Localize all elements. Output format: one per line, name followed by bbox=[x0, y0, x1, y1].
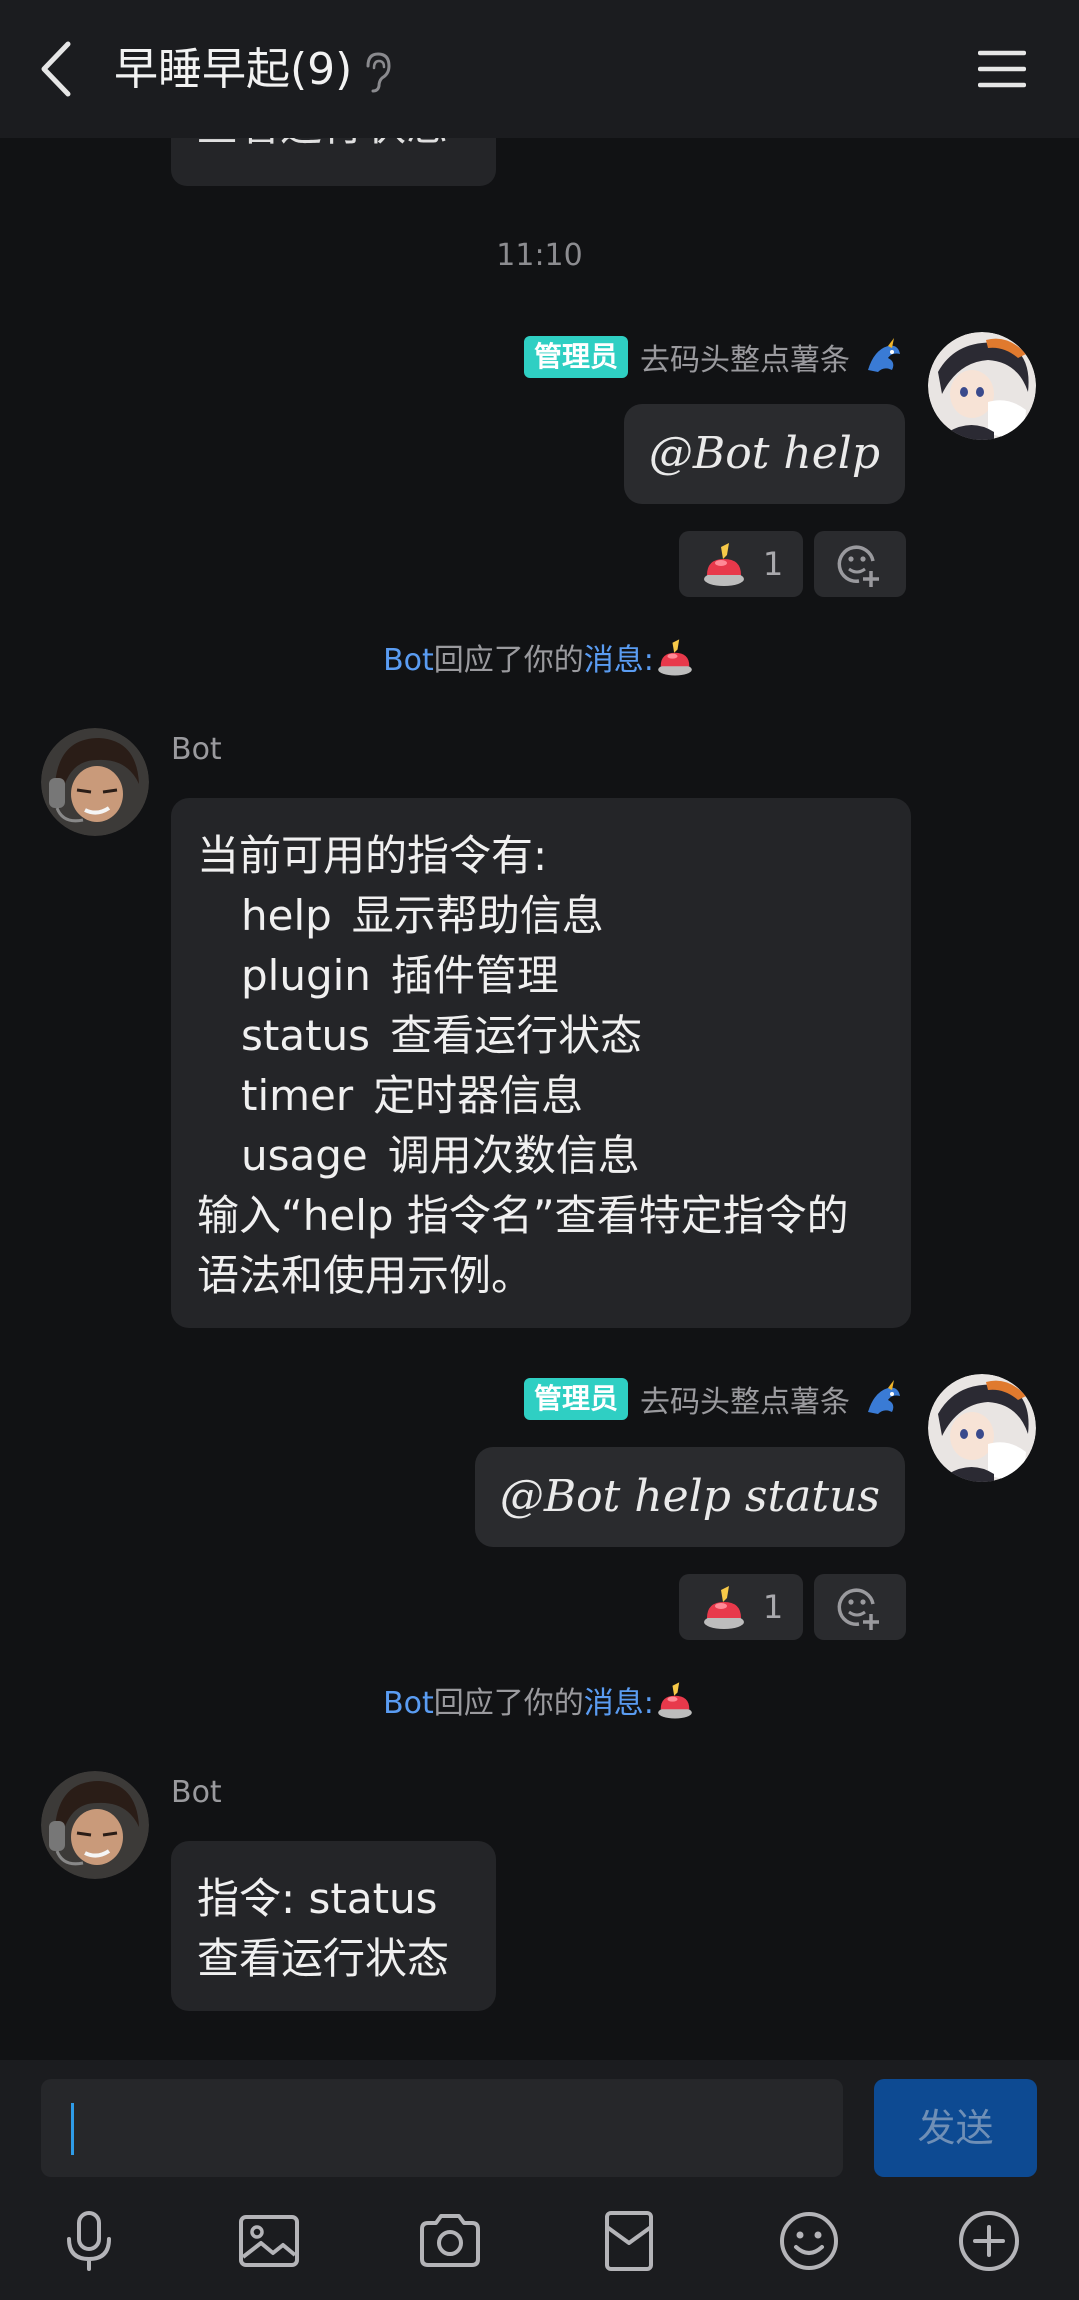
command-desc: 调用次数信息 bbox=[387, 1131, 640, 1180]
sender-row: 管理员 去码头整点薯条 bbox=[523, 1377, 904, 1421]
anime-avatar-icon bbox=[928, 332, 1036, 440]
bot-avatar-icon bbox=[41, 728, 149, 836]
command-desc: 定时器信息 bbox=[373, 1071, 584, 1120]
camera-icon[interactable] bbox=[416, 2207, 484, 2275]
message-bubble-self[interactable]: @Bot help bbox=[623, 404, 905, 504]
back-arrow-icon[interactable] bbox=[36, 36, 76, 102]
message-bubble-bot[interactable]: 指令: status 查看运行状态 bbox=[171, 1841, 496, 2011]
notice-message-link[interactable]: 消息: bbox=[584, 643, 654, 678]
command-name: status bbox=[241, 1011, 371, 1060]
sender-row: 管理员 去码头整点薯条 bbox=[523, 335, 904, 379]
message-bubble-bot[interactable]: 当前可用的指令有: help 显示帮助信息 plugin 插件管理 status 查看… bbox=[171, 798, 911, 1328]
title-bar: 早睡早起(9) bbox=[0, 0, 1079, 138]
self-avatar[interactable] bbox=[928, 1374, 1036, 1482]
self-avatar[interactable] bbox=[928, 332, 1036, 440]
red-button-emoji-icon bbox=[658, 1682, 692, 1719]
anime-avatar-icon bbox=[928, 1374, 1036, 1482]
status-line: 指令: status bbox=[197, 1874, 438, 1923]
bot-avatar[interactable] bbox=[41, 1771, 149, 1879]
add-reaction-button[interactable] bbox=[814, 531, 906, 597]
admin-badge: 管理员 bbox=[523, 1378, 628, 1420]
add-emoji-icon bbox=[837, 545, 879, 587]
add-emoji-icon bbox=[837, 1588, 879, 1630]
notice-actor[interactable]: Bot bbox=[383, 1686, 434, 1721]
admin-badge: 管理员 bbox=[523, 336, 628, 378]
message-input[interactable] bbox=[41, 2079, 843, 2177]
plus-icon[interactable] bbox=[955, 2207, 1023, 2275]
message-text: @Bot help bbox=[648, 428, 880, 479]
sender-name[interactable]: 去码头整点薯条 bbox=[640, 1377, 850, 1421]
bot-name[interactable]: Bot bbox=[171, 732, 222, 767]
help-command-row: status 查看运行状态 bbox=[197, 1006, 885, 1066]
reaction-notice: Bot回应了你的消息: bbox=[0, 636, 1079, 683]
red-button-emoji-icon bbox=[703, 1586, 744, 1629]
dragon-icon bbox=[868, 1380, 900, 1414]
reaction-chip[interactable]: 1 bbox=[679, 531, 803, 597]
help-footer: 输入“help 指令名”查看特定指令的 bbox=[197, 1191, 849, 1240]
ear-icon bbox=[366, 52, 391, 93]
image-icon[interactable] bbox=[235, 2207, 303, 2275]
command-desc: 显示帮助信息 bbox=[351, 891, 604, 940]
command-name: help bbox=[241, 891, 332, 940]
notice-actor[interactable]: Bot bbox=[383, 643, 434, 678]
reaction-count: 1 bbox=[762, 545, 784, 583]
message-bubble-self[interactable]: @Bot help status bbox=[474, 1447, 905, 1547]
command-desc: 查看运行状态 bbox=[390, 1011, 643, 1060]
microphone-icon[interactable] bbox=[55, 2207, 123, 2275]
reaction-notice: Bot回应了你的消息: bbox=[0, 1679, 1079, 1726]
add-reaction-button[interactable] bbox=[814, 1574, 906, 1640]
help-command-row: timer 定时器信息 bbox=[197, 1066, 885, 1126]
red-button-emoji-icon bbox=[658, 639, 692, 676]
help-command-row: usage 调用次数信息 bbox=[197, 1126, 885, 1186]
help-command-row: plugin 插件管理 bbox=[197, 946, 885, 1006]
bot-avatar-icon bbox=[41, 1771, 149, 1879]
red-packet-icon[interactable] bbox=[595, 2207, 663, 2275]
chat-title[interactable]: 早睡早起(9) bbox=[114, 40, 352, 100]
help-footer: 语法和使用示例。 bbox=[197, 1251, 534, 1300]
dragon-icon bbox=[868, 338, 900, 372]
command-name: plugin bbox=[241, 951, 371, 1000]
bot-avatar[interactable] bbox=[41, 728, 149, 836]
command-name: timer bbox=[241, 1071, 354, 1120]
menu-icon[interactable] bbox=[978, 48, 1026, 90]
command-desc: 插件管理 bbox=[390, 951, 559, 1000]
reaction-count: 1 bbox=[762, 1588, 784, 1626]
emoji-icon[interactable] bbox=[775, 2207, 843, 2275]
help-command-row: help 显示帮助信息 bbox=[197, 886, 885, 946]
notice-text: 回应了你的 bbox=[433, 643, 584, 678]
text-caret bbox=[71, 2103, 74, 2155]
bot-name[interactable]: Bot bbox=[171, 1775, 222, 1810]
reaction-chip[interactable]: 1 bbox=[679, 1574, 803, 1640]
notice-text: 回应了你的 bbox=[433, 1686, 584, 1721]
help-intro: 当前可用的指令有: bbox=[197, 831, 548, 880]
composer-bar: 发送 bbox=[0, 2060, 1079, 2300]
timestamp: 11:10 bbox=[496, 238, 583, 273]
message-text: @Bot help status bbox=[499, 1471, 880, 1522]
send-button[interactable]: 发送 bbox=[874, 2079, 1037, 2177]
status-line: 查看运行状态 bbox=[197, 1934, 450, 1983]
chat-area[interactable]: 查看运行状态 11:10 管理员 去码头整点薯条 @Bot help bbox=[0, 0, 1079, 2060]
notice-message-link[interactable]: 消息: bbox=[584, 1686, 654, 1721]
sender-name[interactable]: 去码头整点薯条 bbox=[640, 335, 850, 379]
command-name: usage bbox=[241, 1131, 368, 1180]
red-button-emoji-icon bbox=[703, 543, 744, 586]
